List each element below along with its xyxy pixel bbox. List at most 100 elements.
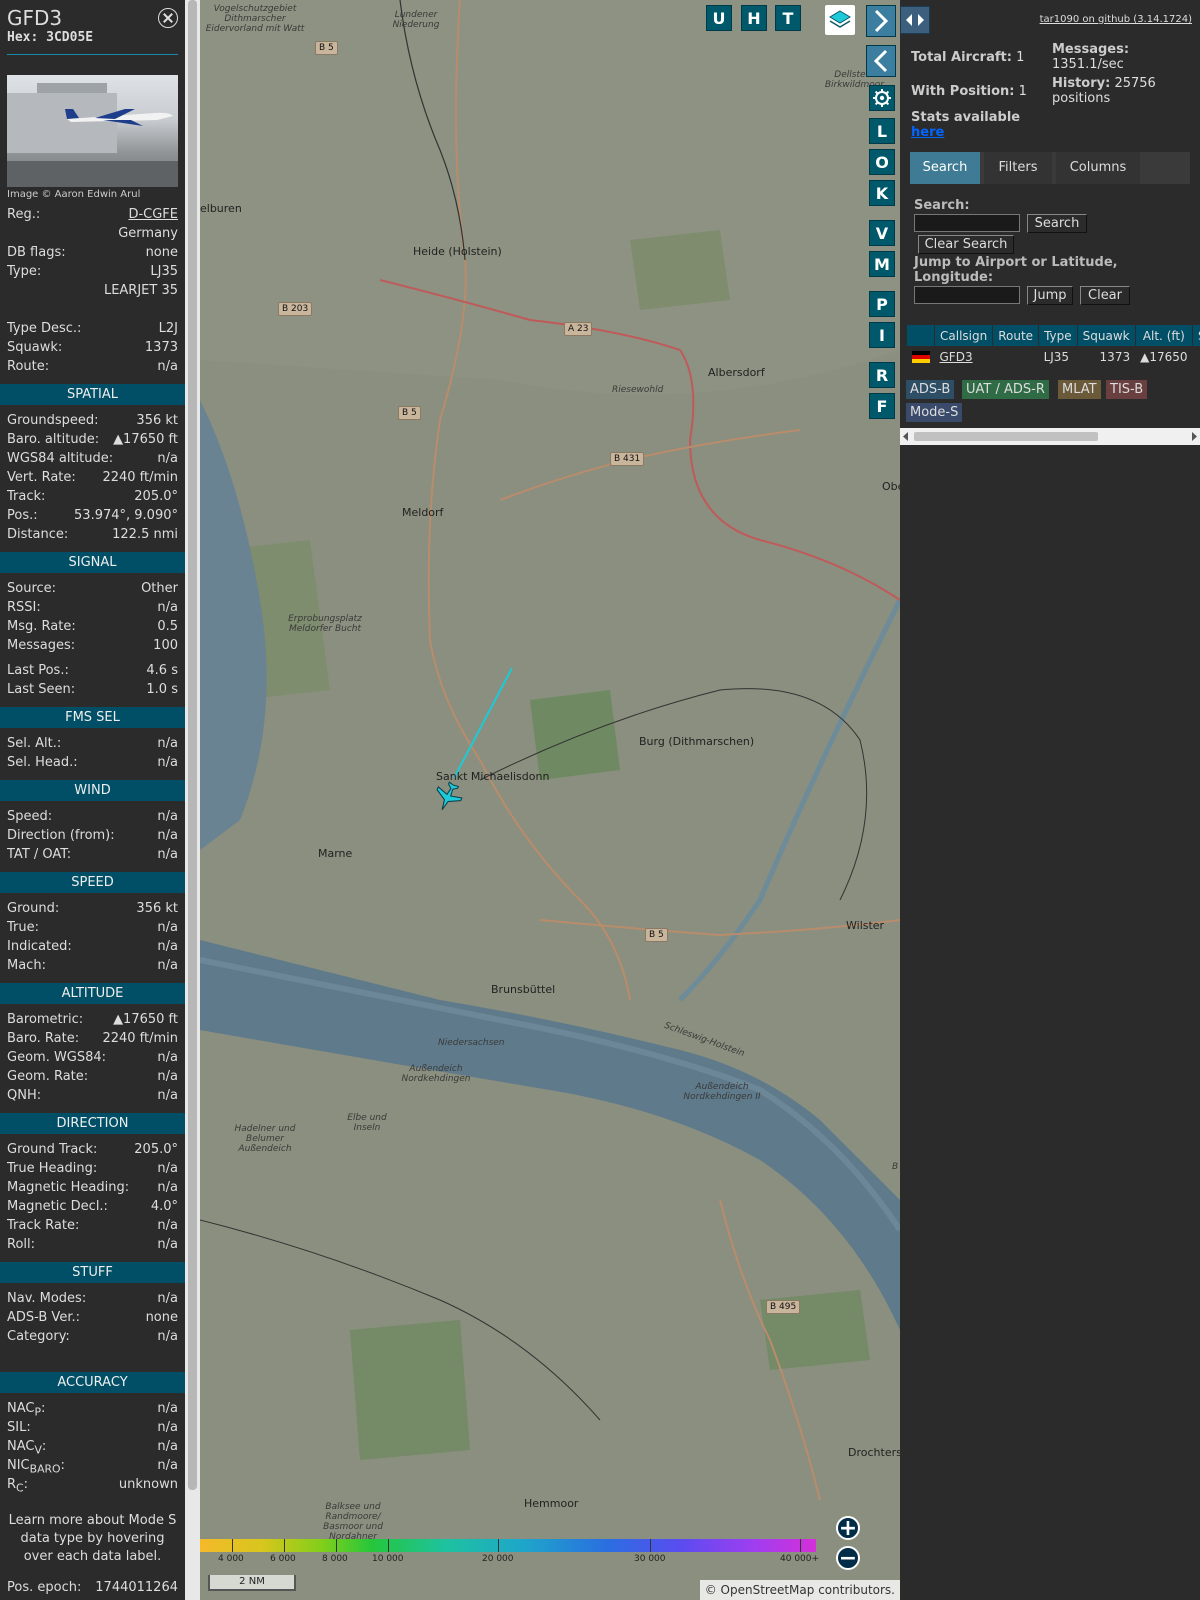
toggle-u-button[interactable]: U [706, 5, 732, 31]
detail-label[interactable]: Track Rate: [7, 1216, 79, 1235]
detail-label[interactable]: Vert. Rate: [7, 468, 76, 487]
jump-button[interactable]: Jump [1027, 286, 1073, 305]
detail-label[interactable]: Messages: [7, 636, 75, 655]
detail-label[interactable]: Sel. Alt.: [7, 734, 61, 753]
detail-label[interactable]: WGS84 altitude: [7, 449, 113, 468]
jump-input[interactable] [914, 286, 1020, 304]
detail-label[interactable]: Mach: [7, 956, 46, 975]
settings-gear-icon[interactable] [869, 85, 895, 111]
column-header[interactable]: Spd [1192, 324, 1200, 347]
detail-row: Last Seen: 1.0 s [0, 680, 185, 699]
detail-label[interactable]: RSSI: [7, 598, 41, 617]
expand-collapse-icon[interactable] [900, 6, 930, 34]
detail-label[interactable]: Direction (from): [7, 826, 115, 845]
toggle-t-button[interactable]: T [775, 5, 801, 31]
aircraft-photo[interactable] [7, 75, 178, 187]
tab-extra[interactable] [1144, 152, 1190, 184]
detail-label[interactable]: Source: [7, 579, 56, 598]
detail-label[interactable]: Barometric: [7, 1010, 83, 1029]
detail-label[interactable]: Ground: [7, 899, 59, 918]
column-header[interactable]: Route [992, 324, 1040, 347]
tab-columns[interactable]: Columns [1056, 152, 1140, 184]
sidebar-scrollbar[interactable] [185, 0, 200, 1600]
zoom-out-button[interactable]: − [836, 1546, 860, 1570]
detail-row: Geom. Rate: n/a [0, 1067, 185, 1086]
zoom-in-button[interactable]: + [836, 1516, 860, 1540]
toggle-l-button[interactable]: L [869, 118, 895, 144]
column-header[interactable] [906, 324, 935, 347]
detail-value: 100 [153, 638, 178, 653]
toggle-m-button[interactable]: M [869, 251, 895, 277]
toggle-o-button[interactable]: O [869, 149, 895, 175]
column-header[interactable]: Callsign [933, 324, 994, 347]
detail-label[interactable]: QNH: [7, 1086, 41, 1105]
place-label: Wilster [846, 919, 885, 932]
stats-link[interactable]: here [911, 125, 944, 140]
detail-label[interactable]: NACV: [7, 1437, 46, 1457]
detail-label[interactable]: RC: [7, 1475, 28, 1495]
column-header[interactable]: Type [1038, 324, 1078, 347]
toggle-k-button[interactable]: K [869, 180, 895, 206]
detail-row: Track Rate: n/a [0, 1216, 185, 1235]
close-icon[interactable] [158, 8, 178, 28]
map-view[interactable]: Heide (Holstein) Albersdorf Meldorf Burg… [200, 0, 900, 1600]
detail-label[interactable]: NACP: [7, 1399, 45, 1419]
detail-label[interactable]: NICBARO: [7, 1456, 65, 1476]
detail-value: 205.0° [134, 1142, 178, 1157]
table-row[interactable]: GFD3 LJ35 1373 ▲17650 [907, 347, 1200, 367]
toggle-r-button[interactable]: R [869, 362, 895, 388]
tab-search[interactable]: Search [910, 152, 980, 184]
chevron-right-icon[interactable] [866, 5, 896, 37]
detail-label[interactable]: Msg. Rate: [7, 617, 76, 636]
detail-label[interactable]: SIL: [7, 1418, 31, 1437]
chevron-left-icon[interactable] [866, 45, 896, 77]
toggle-v-button[interactable]: V [869, 220, 895, 246]
info-row: Reg.: D-CGFE [0, 205, 185, 224]
detail-label[interactable]: Magnetic Decl.: [7, 1197, 108, 1216]
search-label: Search: [914, 198, 970, 213]
table-horizontal-scrollbar[interactable] [900, 428, 1200, 445]
info-label: Route: [7, 359, 50, 374]
detail-label[interactable]: Ground Track: [7, 1140, 97, 1159]
clear-search-button[interactable]: Clear Search [918, 235, 1014, 254]
detail-label[interactable]: Last Pos.: [7, 661, 69, 680]
column-header[interactable]: Squawk [1076, 324, 1136, 347]
detail-label[interactable]: Last Seen: [7, 680, 75, 699]
detail-label[interactable]: Category: [7, 1327, 70, 1346]
place-label: Drochters [848, 1446, 900, 1459]
detail-label[interactable]: Baro. altitude: [7, 430, 99, 449]
layers-icon[interactable] [825, 5, 855, 35]
panel-tabs: Search Filters Columns [910, 152, 1190, 184]
detail-label[interactable]: True Heading: [7, 1159, 97, 1178]
detail-label[interactable]: Magnetic Heading: [7, 1178, 129, 1197]
toggle-p-button[interactable]: P [869, 291, 895, 317]
detail-label[interactable]: Indicated: [7, 937, 72, 956]
column-header[interactable]: Alt. (ft) [1134, 324, 1194, 347]
toggle-f-button[interactable]: F [869, 393, 895, 419]
detail-label[interactable]: Baro. Rate: [7, 1029, 79, 1048]
detail-label[interactable]: Groundspeed: [7, 411, 98, 430]
detail-label[interactable]: Sel. Head.: [7, 753, 78, 772]
toggle-h-button[interactable]: H [741, 5, 767, 31]
osm-link[interactable]: OpenStreetMap [721, 1583, 815, 1597]
github-link[interactable]: tar1090 on github (3.14.1724) [1040, 14, 1192, 25]
info-value[interactable]: D-CGFE [128, 205, 178, 224]
detail-label[interactable]: TAT / OAT: [7, 845, 71, 864]
detail-label[interactable]: Pos.: [7, 506, 38, 525]
detail-label[interactable]: True: [7, 918, 39, 937]
detail-label[interactable]: Distance: [7, 525, 68, 544]
search-button[interactable]: Search [1027, 214, 1087, 233]
detail-label[interactable]: ADS-B Ver.: [7, 1308, 80, 1327]
detail-label[interactable]: Speed: [7, 807, 52, 826]
tab-filters[interactable]: Filters [984, 152, 1052, 184]
detail-sections: SPATIAL Groundspeed: 356 kt Baro. altitude:… [0, 384, 185, 1495]
detail-label[interactable]: Roll: [7, 1235, 35, 1254]
clear-button[interactable]: Clear [1080, 286, 1130, 305]
detail-label[interactable]: Track: [7, 487, 45, 506]
toggle-i-button[interactable]: I [869, 322, 895, 348]
info-row: Type Desc.: L2J [0, 319, 185, 338]
detail-label[interactable]: Geom. WGS84: [7, 1048, 106, 1067]
detail-label[interactable]: Geom. Rate: [7, 1067, 88, 1086]
search-input[interactable] [914, 214, 1020, 232]
detail-label[interactable]: Nav. Modes: [7, 1289, 86, 1308]
